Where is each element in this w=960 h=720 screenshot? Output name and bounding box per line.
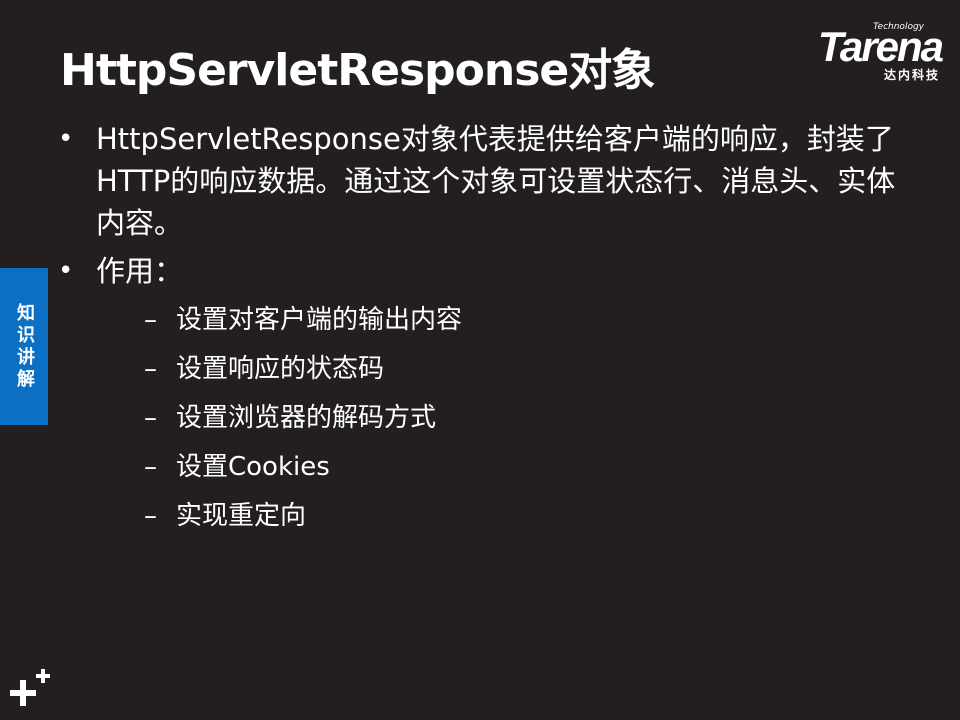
sub-item-text: 设置Cookies [176,452,330,482]
sub-list-item: – 设置对客户端的输出内容 [96,296,918,345]
slide-title: HttpServletResponse对象 [60,45,655,96]
logo-wordmark: Tarena [817,23,944,70]
tarena-logo: Technology Tarena 达内科技 [782,22,944,82]
sub-item-text: 设置对客户端的输出内容 [176,305,463,335]
sub-list-item: – 设置响应的状态码 [96,345,918,394]
side-tab-label: 知识讲解 [14,302,35,391]
bullet-item: • HttpServletResponse对象代表提供给客户端的响应，封装了HT… [58,118,918,244]
bullet-item: • 作用： – 设置对客户端的输出内容 – 设置响应的状态码 – 设置浏览器的解… [58,250,918,541]
dash-icon: – [144,305,157,335]
dash-icon: – [144,501,157,531]
slide-content: • HttpServletResponse对象代表提供给客户端的响应，封装了HT… [58,118,918,547]
dash-icon: – [144,452,157,482]
sub-list-item: – 设置浏览器的解码方式 [96,394,918,443]
sub-list-item: – 实现重定向 [96,492,918,541]
bullet-text: HttpServletResponse对象代表提供给客户端的响应，封装了HTTP… [96,122,896,240]
dash-icon: – [144,403,157,433]
dash-icon: – [144,354,157,384]
bullet-text: 作用： [96,254,184,288]
bullet-dot-icon: • [58,124,74,154]
plus-decoration-icon [10,669,50,706]
sub-item-text: 实现重定向 [176,501,307,531]
sub-list-item: – 设置Cookies [96,443,918,492]
sub-item-text: 设置浏览器的解码方式 [176,403,437,433]
bullet-dot-icon: • [58,256,74,286]
sub-item-text: 设置响应的状态码 [176,354,385,384]
side-section-tab: 知识讲解 [0,268,48,425]
logo-chinese: 达内科技 [883,68,940,82]
sub-list: – 设置对客户端的输出内容 – 设置响应的状态码 – 设置浏览器的解码方式 – … [96,296,918,541]
